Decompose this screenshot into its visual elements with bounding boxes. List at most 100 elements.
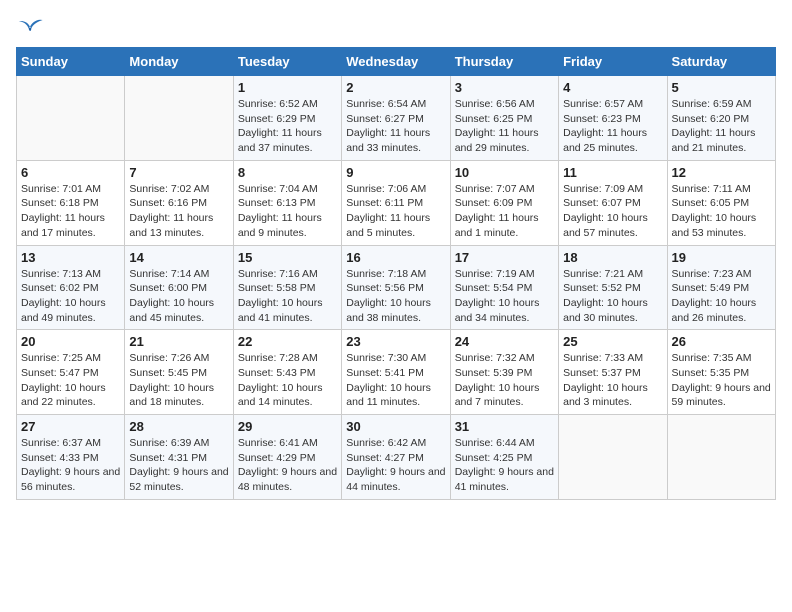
day-number: 26: [672, 334, 771, 349]
day-detail: Sunrise: 6:41 AM Sunset: 4:29 PM Dayligh…: [238, 436, 337, 495]
day-cell: 17Sunrise: 7:19 AM Sunset: 5:54 PM Dayli…: [450, 245, 558, 330]
day-cell: 7 Sunrise: 7:02 AM Sunset: 6:16 PM Daylig…: [125, 160, 233, 245]
day-cell: 23 Sunrise: 7:30 AM Sunset: 5:41 PM Dayli…: [342, 330, 450, 415]
day-detail: Sunrise: 7:32 AM Sunset: 5:39 PM Dayligh…: [455, 351, 554, 410]
day-number: 19: [672, 250, 771, 265]
weekday-header-sunday: Sunday: [17, 48, 125, 76]
day-detail: Sunrise: 6:42 AM Sunset: 4:27 PM Dayligh…: [346, 436, 445, 495]
day-detail: Sunrise: 7:02 AM Sunset: 6:16 PM Dayligh…: [129, 182, 228, 241]
day-cell: 31 Sunrise: 6:44 AM Sunset: 4:25 PM Dayli…: [450, 415, 558, 500]
day-detail: Sunrise: 6:54 AM Sunset: 6:27 PM Dayligh…: [346, 97, 445, 156]
day-number: 23: [346, 334, 445, 349]
day-number: 3: [455, 80, 554, 95]
day-detail: Sunrise: 7:01 AM Sunset: 6:18 PM Dayligh…: [21, 182, 120, 241]
week-row-3: 13 Sunrise: 7:13 AM Sunset: 6:02 PM Dayli…: [17, 245, 776, 330]
day-cell: 16Sunrise: 7:18 AM Sunset: 5:56 PM Dayli…: [342, 245, 450, 330]
day-number: 9: [346, 165, 445, 180]
day-cell: 9 Sunrise: 7:06 AM Sunset: 6:11 PM Daylig…: [342, 160, 450, 245]
day-cell: 11 Sunrise: 7:09 AM Sunset: 6:07 PM Dayli…: [559, 160, 667, 245]
day-detail: Sunrise: 7:07 AM Sunset: 6:09 PM Dayligh…: [455, 182, 554, 241]
day-cell: 19 Sunrise: 7:23 AM Sunset: 5:49 PM Dayli…: [667, 245, 775, 330]
day-cell: 3 Sunrise: 6:56 AM Sunset: 6:25 PM Daylig…: [450, 76, 558, 161]
day-cell: [667, 415, 775, 500]
day-cell: 21 Sunrise: 7:26 AM Sunset: 5:45 PM Dayli…: [125, 330, 233, 415]
day-cell: 26 Sunrise: 7:35 AM Sunset: 5:35 PM Dayli…: [667, 330, 775, 415]
day-detail: Sunrise: 7:18 AM Sunset: 5:56 PM Dayligh…: [346, 267, 445, 326]
day-cell: 27 Sunrise: 6:37 AM Sunset: 4:33 PM Dayli…: [17, 415, 125, 500]
weekday-header-row: SundayMondayTuesdayWednesdayThursdayFrid…: [17, 48, 776, 76]
day-number: 13: [21, 250, 120, 265]
day-number: 20: [21, 334, 120, 349]
day-number: 12: [672, 165, 771, 180]
day-cell: 24Sunrise: 7:32 AM Sunset: 5:39 PM Dayli…: [450, 330, 558, 415]
day-detail: Sunrise: 7:28 AM Sunset: 5:43 PM Dayligh…: [238, 351, 337, 410]
day-detail: Sunrise: 6:37 AM Sunset: 4:33 PM Dayligh…: [21, 436, 120, 495]
day-detail: Sunrise: 7:09 AM Sunset: 6:07 PM Dayligh…: [563, 182, 662, 241]
day-number: 18: [563, 250, 662, 265]
day-cell: 28 Sunrise: 6:39 AM Sunset: 4:31 PM Dayli…: [125, 415, 233, 500]
day-detail: Sunrise: 7:14 AM Sunset: 6:00 PM Dayligh…: [129, 267, 228, 326]
day-number: 21: [129, 334, 228, 349]
day-cell: 12 Sunrise: 7:11 AM Sunset: 6:05 PM Dayli…: [667, 160, 775, 245]
day-detail: Sunrise: 7:30 AM Sunset: 5:41 PM Dayligh…: [346, 351, 445, 410]
day-detail: Sunrise: 6:44 AM Sunset: 4:25 PM Dayligh…: [455, 436, 554, 495]
day-detail: Sunrise: 6:57 AM Sunset: 6:23 PM Dayligh…: [563, 97, 662, 156]
day-number: 2: [346, 80, 445, 95]
day-cell: 5Sunrise: 6:59 AM Sunset: 6:20 PM Daylig…: [667, 76, 775, 161]
day-number: 30: [346, 419, 445, 434]
day-detail: Sunrise: 7:35 AM Sunset: 5:35 PM Dayligh…: [672, 351, 771, 410]
day-number: 29: [238, 419, 337, 434]
day-number: 25: [563, 334, 662, 349]
day-cell: 1 Sunrise: 6:52 AM Sunset: 6:29 PM Daylig…: [233, 76, 341, 161]
day-cell: 2 Sunrise: 6:54 AM Sunset: 6:27 PM Daylig…: [342, 76, 450, 161]
day-number: 28: [129, 419, 228, 434]
weekday-header-saturday: Saturday: [667, 48, 775, 76]
week-row-4: 20Sunrise: 7:25 AM Sunset: 5:47 PM Dayli…: [17, 330, 776, 415]
day-cell: 22Sunrise: 7:28 AM Sunset: 5:43 PM Dayli…: [233, 330, 341, 415]
day-detail: Sunrise: 7:16 AM Sunset: 5:58 PM Dayligh…: [238, 267, 337, 326]
day-cell: 10 Sunrise: 7:07 AM Sunset: 6:09 PM Dayli…: [450, 160, 558, 245]
day-detail: Sunrise: 6:39 AM Sunset: 4:31 PM Dayligh…: [129, 436, 228, 495]
day-cell: 29 Sunrise: 6:41 AM Sunset: 4:29 PM Dayli…: [233, 415, 341, 500]
day-detail: Sunrise: 7:23 AM Sunset: 5:49 PM Dayligh…: [672, 267, 771, 326]
week-row-2: 6 Sunrise: 7:01 AM Sunset: 6:18 PM Daylig…: [17, 160, 776, 245]
day-detail: Sunrise: 7:04 AM Sunset: 6:13 PM Dayligh…: [238, 182, 337, 241]
day-cell: 20Sunrise: 7:25 AM Sunset: 5:47 PM Dayli…: [17, 330, 125, 415]
day-cell: 30 Sunrise: 6:42 AM Sunset: 4:27 PM Dayli…: [342, 415, 450, 500]
day-number: 7: [129, 165, 228, 180]
day-cell: 18Sunrise: 7:21 AM Sunset: 5:52 PM Dayli…: [559, 245, 667, 330]
day-detail: Sunrise: 7:13 AM Sunset: 6:02 PM Dayligh…: [21, 267, 120, 326]
calendar-table: SundayMondayTuesdayWednesdayThursdayFrid…: [16, 47, 776, 500]
day-number: 14: [129, 250, 228, 265]
day-cell: 13 Sunrise: 7:13 AM Sunset: 6:02 PM Dayli…: [17, 245, 125, 330]
day-cell: 25Sunrise: 7:33 AM Sunset: 5:37 PM Dayli…: [559, 330, 667, 415]
day-number: 11: [563, 165, 662, 180]
day-number: 1: [238, 80, 337, 95]
week-row-1: 1 Sunrise: 6:52 AM Sunset: 6:29 PM Daylig…: [17, 76, 776, 161]
week-row-5: 27 Sunrise: 6:37 AM Sunset: 4:33 PM Dayli…: [17, 415, 776, 500]
day-detail: Sunrise: 6:52 AM Sunset: 6:29 PM Dayligh…: [238, 97, 337, 156]
weekday-header-monday: Monday: [125, 48, 233, 76]
day-cell: [559, 415, 667, 500]
day-detail: Sunrise: 6:56 AM Sunset: 6:25 PM Dayligh…: [455, 97, 554, 156]
day-number: 27: [21, 419, 120, 434]
logo: [16, 16, 48, 37]
day-number: 17: [455, 250, 554, 265]
day-number: 10: [455, 165, 554, 180]
day-detail: Sunrise: 7:06 AM Sunset: 6:11 PM Dayligh…: [346, 182, 445, 241]
day-detail: Sunrise: 7:26 AM Sunset: 5:45 PM Dayligh…: [129, 351, 228, 410]
weekday-header-friday: Friday: [559, 48, 667, 76]
day-cell: 8Sunrise: 7:04 AM Sunset: 6:13 PM Daylig…: [233, 160, 341, 245]
weekday-header-tuesday: Tuesday: [233, 48, 341, 76]
day-number: 6: [21, 165, 120, 180]
day-cell: 15Sunrise: 7:16 AM Sunset: 5:58 PM Dayli…: [233, 245, 341, 330]
day-cell: 4 Sunrise: 6:57 AM Sunset: 6:23 PM Daylig…: [559, 76, 667, 161]
day-cell: [17, 76, 125, 161]
day-number: 31: [455, 419, 554, 434]
day-detail: Sunrise: 6:59 AM Sunset: 6:20 PM Dayligh…: [672, 97, 771, 156]
day-detail: Sunrise: 7:11 AM Sunset: 6:05 PM Dayligh…: [672, 182, 771, 241]
day-number: 4: [563, 80, 662, 95]
day-cell: 6 Sunrise: 7:01 AM Sunset: 6:18 PM Daylig…: [17, 160, 125, 245]
day-cell: 14 Sunrise: 7:14 AM Sunset: 6:00 PM Dayli…: [125, 245, 233, 330]
weekday-header-thursday: Thursday: [450, 48, 558, 76]
